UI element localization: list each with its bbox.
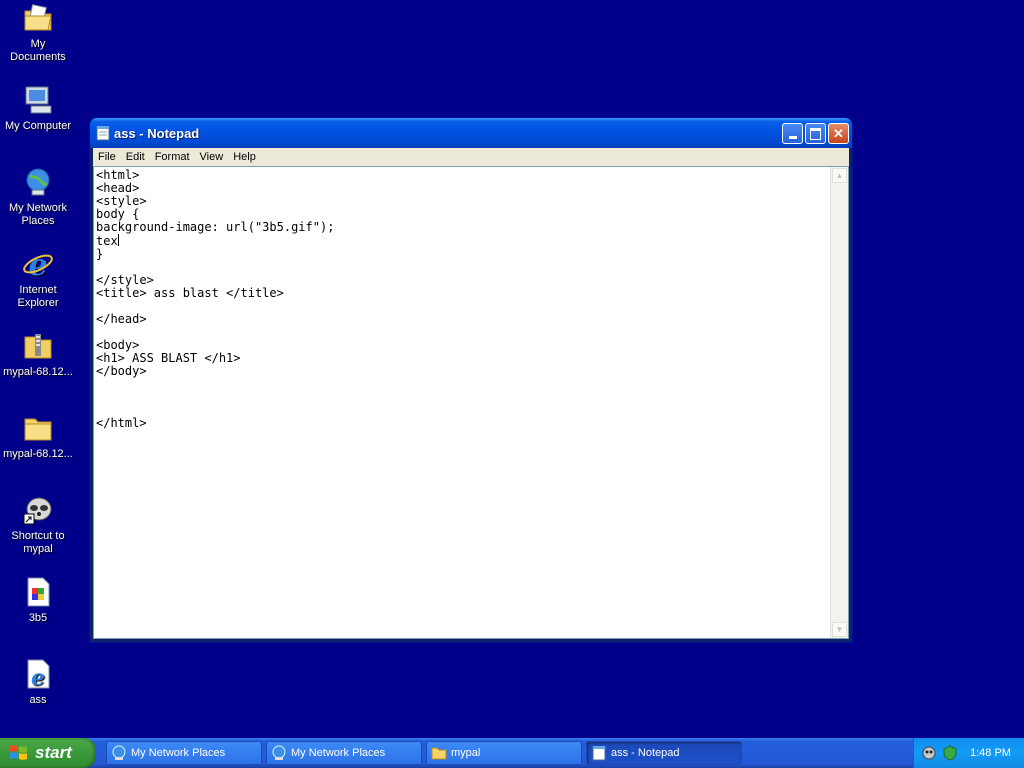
clock[interactable]: 1:48 PM [970, 747, 1011, 759]
taskbar-item-label: My Network Places [131, 747, 226, 759]
taskbar-item-mypal[interactable]: mypal [426, 741, 582, 765]
vertical-scrollbar[interactable]: ▲ ▼ [830, 167, 848, 638]
desktop-icon-label: Shortcut to mypal [11, 530, 65, 555]
scroll-down-icon[interactable]: ▼ [832, 622, 847, 637]
menu-edit[interactable]: Edit [121, 151, 150, 163]
desktop-icon-my-computer[interactable]: My Computer [0, 84, 76, 133]
window-title: ass - Notepad [114, 126, 200, 141]
editor-text-after-caret: } </style> <title> ass blast </title> </… [96, 247, 284, 430]
desktop-icon-label: My Computer [4, 120, 72, 132]
tray-app-icon[interactable] [922, 745, 938, 761]
taskbar-item-ass-notepad[interactable]: ass - Notepad [586, 741, 742, 765]
start-button[interactable]: start [0, 738, 96, 768]
internet-explorer-icon: e [22, 248, 54, 283]
svg-text:e: e [31, 665, 45, 690]
start-label: start [35, 743, 72, 762]
editor-text-before-caret: <html> <head> <style> body { background-… [96, 169, 335, 248]
gif-image-icon [22, 576, 54, 608]
close-button[interactable]: ✕ [828, 123, 849, 144]
my-computer-icon [22, 84, 54, 116]
desktop-icon-ass[interactable]: e ass [0, 658, 76, 707]
menu-view[interactable]: View [195, 151, 229, 163]
maximize-icon [810, 127, 821, 140]
menu-format[interactable]: Format [150, 151, 195, 163]
editor-content[interactable]: <html> <head> <style> body { background-… [96, 169, 828, 636]
text-editor[interactable]: <html> <head> <style> body { background-… [93, 166, 849, 639]
scroll-up-icon[interactable]: ▲ [832, 168, 847, 183]
taskbar-item-my-network-places-2[interactable]: My Network Places [266, 741, 422, 765]
desktop-icon-label: mypal-68.12... [3, 366, 73, 378]
mypal-shortcut-icon [22, 494, 54, 526]
network-places-icon [111, 745, 127, 761]
network-places-icon [22, 166, 54, 198]
svg-text:e: e [28, 248, 47, 280]
title-bar[interactable]: ass - Notepad ✕ [90, 118, 852, 148]
taskbar-item-my-network-places-1[interactable]: My Network Places [106, 741, 262, 765]
desktop-icon-label: Internet Explorer [17, 284, 59, 309]
folder-icon [22, 412, 54, 444]
notepad-window[interactable]: ass - Notepad ✕ File Edit Format View He… [90, 118, 852, 642]
system-tray: 1:48 PM [913, 738, 1024, 768]
maximize-button[interactable] [805, 123, 826, 144]
notepad-icon [96, 125, 110, 141]
desktop-icon-mypal-folder[interactable]: mypal-68.12... [0, 412, 76, 461]
windows-logo-icon [8, 743, 30, 763]
text-caret [117, 234, 119, 246]
desktop-icon-label: 3b5 [28, 612, 48, 624]
my-documents-icon [22, 2, 54, 34]
tray-security-icon[interactable] [942, 745, 958, 761]
desktop-icon-label: My Documents [10, 38, 66, 63]
desktop-icon-my-documents[interactable]: My Documents [0, 2, 76, 64]
desktop-icon-3b5[interactable]: 3b5 [0, 576, 76, 625]
desktop-icon-internet-explorer[interactable]: e Internet Explorer [0, 248, 76, 310]
taskbar-item-label: mypal [451, 747, 481, 759]
menu-file[interactable]: File [93, 151, 121, 163]
notepad-icon [591, 745, 607, 761]
zip-folder-icon [22, 330, 54, 362]
minimize-icon [788, 136, 797, 139]
html-document-icon: e [22, 658, 54, 691]
desktop-icon-my-network-places[interactable]: My Network Places [0, 166, 76, 228]
network-places-icon [271, 745, 287, 761]
menu-bar: File Edit Format View Help [93, 148, 849, 166]
close-icon: ✕ [833, 125, 844, 141]
taskbar-item-label: My Network Places [291, 747, 386, 759]
desktop-icon-label: mypal-68.12... [3, 448, 73, 460]
folder-icon [431, 745, 447, 761]
desktop-icon-label: My Network Places [8, 202, 68, 227]
taskbar: start My Network Places My Network Place… [0, 738, 1024, 768]
desktop-icon-mypal-shortcut[interactable]: Shortcut to mypal [0, 494, 76, 556]
menu-help[interactable]: Help [228, 151, 261, 163]
desktop-icon-label: ass [29, 694, 47, 706]
desktop-icon-mypal-zip[interactable]: mypal-68.12... [0, 330, 76, 379]
taskbar-item-label: ass - Notepad [611, 747, 680, 759]
minimize-button[interactable] [782, 123, 803, 144]
